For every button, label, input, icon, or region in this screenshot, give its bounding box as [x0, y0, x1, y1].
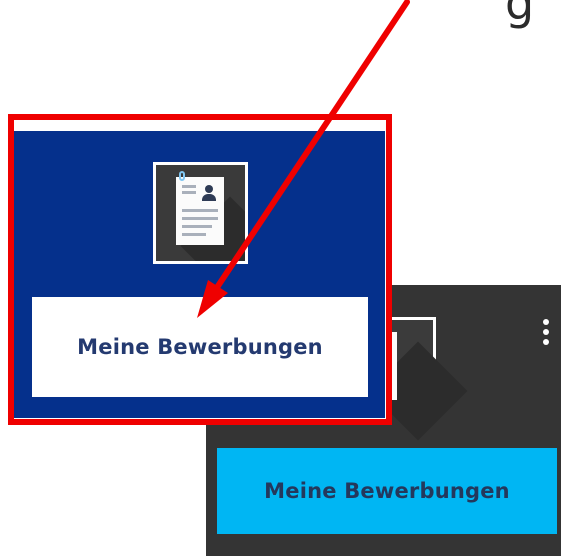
- meine-bewerbungen-button-dark[interactable]: Meine Bewerbungen: [217, 448, 557, 534]
- cropped-heading-fragment: g: [505, 0, 535, 30]
- kebab-menu-icon[interactable]: [542, 319, 550, 347]
- applications-document-icon: [153, 162, 248, 264]
- meine-bewerbungen-button[interactable]: Meine Bewerbungen: [32, 297, 368, 397]
- screenshot-stage: g Meine Bewerbungen Meine Bewerbungen: [0, 0, 561, 556]
- applications-tile-highlighted[interactable]: Meine Bewerbungen: [14, 131, 385, 418]
